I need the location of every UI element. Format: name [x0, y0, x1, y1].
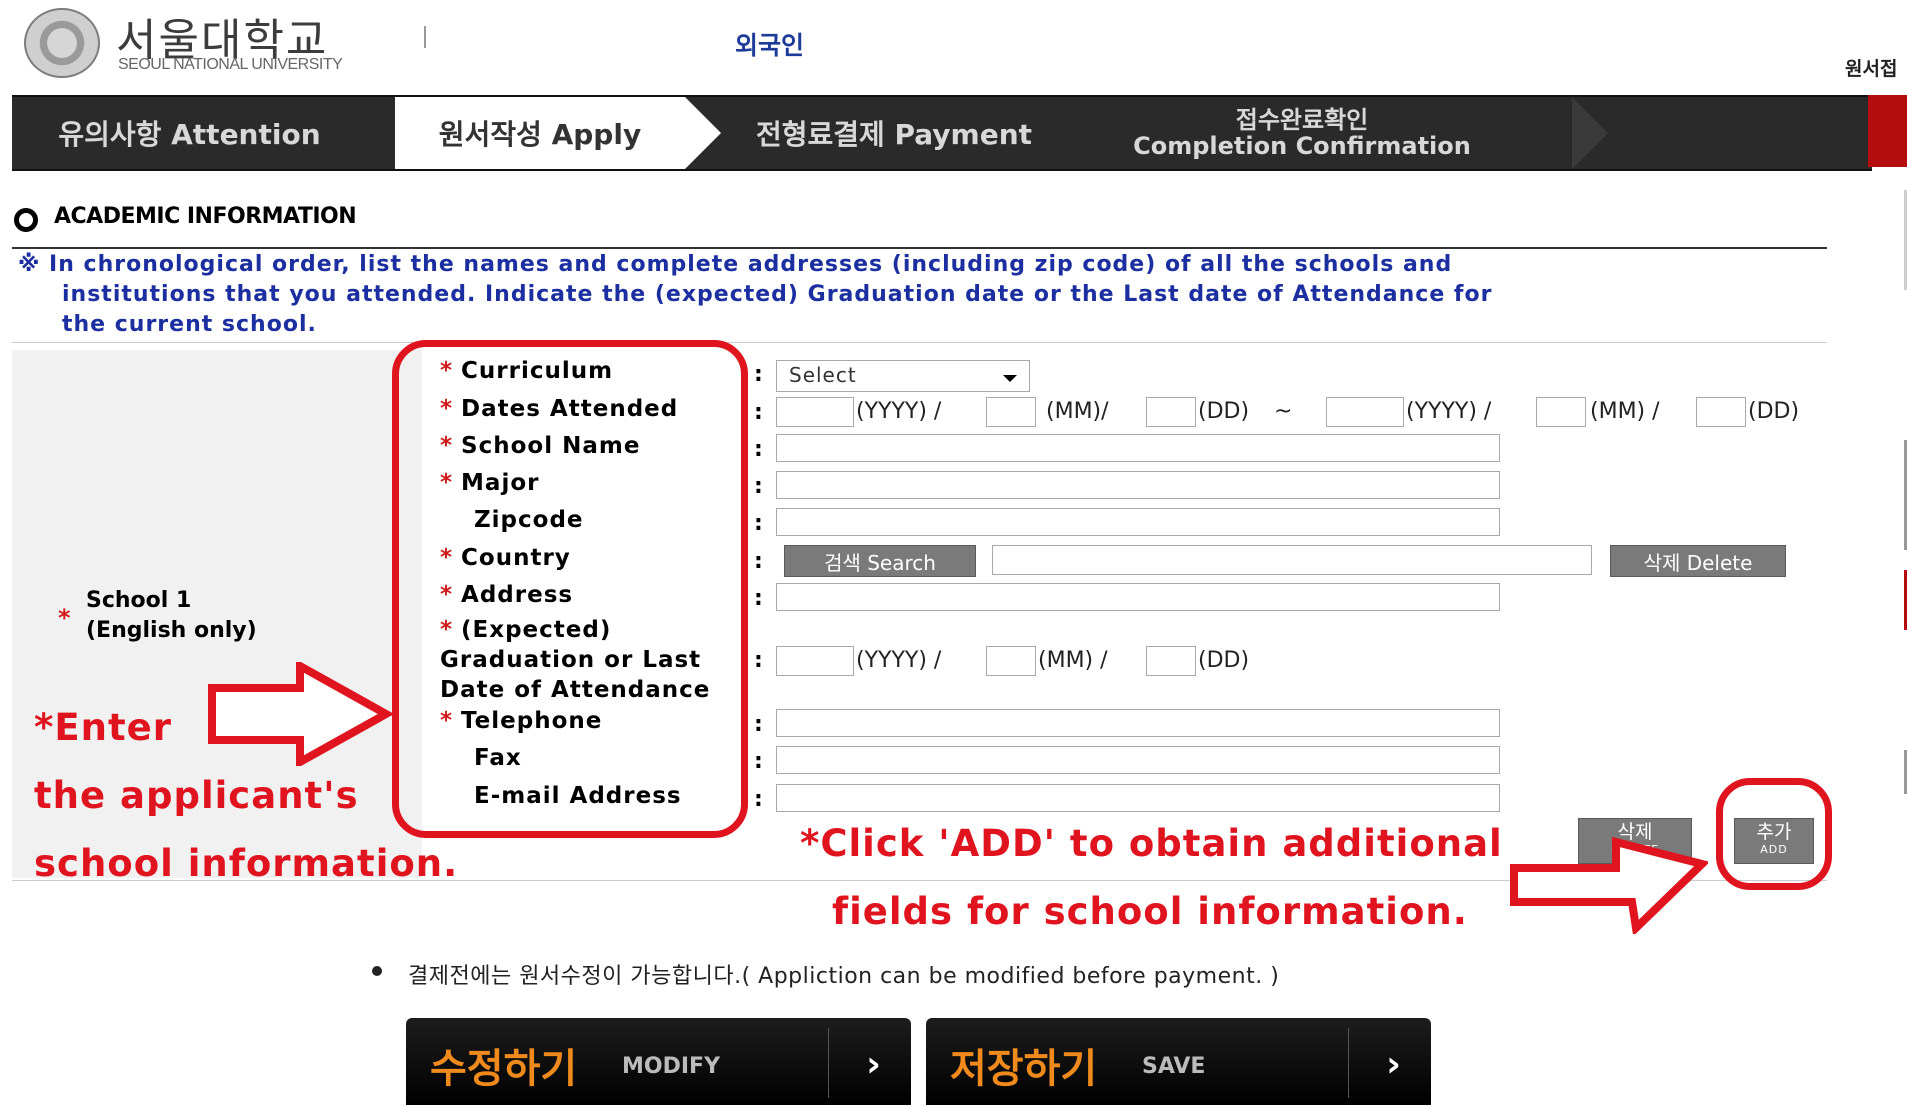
end-month-input[interactable] [1536, 397, 1586, 427]
notice-line-2: institutions that you attended. Indicate… [62, 282, 1493, 307]
annotation-enter-line2: the applicant's [34, 774, 359, 817]
annotation-enter-line3: school information. [34, 842, 459, 885]
school-name-input[interactable] [776, 434, 1500, 462]
fax-input[interactable] [776, 746, 1500, 774]
step-apply-label: 원서작성 Apply [438, 118, 642, 151]
colon: : [754, 437, 763, 462]
colon: : [754, 549, 763, 574]
step-arrow [1572, 97, 1608, 169]
start-day-input[interactable] [1146, 397, 1196, 427]
grad-month-input[interactable] [986, 646, 1036, 676]
major-input[interactable] [776, 471, 1500, 499]
country-delete-button[interactable]: 삭제 Delete [1610, 545, 1786, 577]
section-divider [12, 247, 1827, 249]
university-name-english: SEOUL NATIONAL UNIVERSITY [118, 56, 343, 73]
mm-label: (MM) / [1590, 399, 1660, 424]
university-seal-logo [24, 8, 100, 78]
step-attention[interactable]: 유의사항 Attention [12, 97, 367, 169]
annotation-enter-line1: *Enter [34, 706, 172, 749]
start-month-input[interactable] [986, 397, 1036, 427]
header-divider [424, 26, 426, 48]
save-button[interactable]: 저장하기 SAVE › [926, 1018, 1431, 1105]
colon: : [754, 362, 763, 387]
grad-day-input[interactable] [1146, 646, 1196, 676]
save-button-kr: 저장하기 [950, 1046, 1098, 1092]
step-apply[interactable]: 원서작성 Apply [395, 97, 685, 169]
modify-button[interactable]: 수정하기 MODIFY › [406, 1018, 911, 1105]
mm-label: (MM) / [1038, 648, 1108, 673]
add-button-highlight-box [1716, 778, 1832, 890]
yyyy-label: (YYYY) / [856, 648, 942, 673]
range-tilde: ~ [1274, 399, 1293, 424]
colon: : [754, 712, 763, 737]
step-completion-label-en: Completion Confirmation [1133, 132, 1471, 160]
chevron-right-icon: › [1386, 1044, 1401, 1085]
section-bullet-icon [14, 208, 38, 232]
school-label-line1: School 1 [86, 588, 192, 613]
yyyy-label: (YYYY) / [856, 399, 942, 424]
foreign-applicant-link[interactable]: 외국인 [735, 26, 804, 62]
colon: : [754, 586, 763, 611]
notice-line-1: ※ In chronological order, list the names… [18, 252, 1453, 277]
colon: : [754, 400, 763, 425]
country-search-button[interactable]: 검색 Search [784, 545, 976, 577]
required-star-icon: * [58, 604, 71, 632]
save-button-en: SAVE [1142, 1054, 1206, 1079]
colon: : [754, 648, 763, 673]
grad-year-input[interactable] [776, 646, 854, 676]
section-title: ACADEMIC INFORMATION [54, 204, 357, 229]
dd-label: (DD) [1748, 399, 1800, 424]
curriculum-select[interactable]: Select [776, 360, 1030, 392]
notice-line-3: the current school. [62, 312, 317, 337]
email-input[interactable] [776, 784, 1500, 812]
right-side-panel [1890, 180, 1907, 794]
chevron-down-icon [1003, 375, 1017, 382]
button-divider [1348, 1028, 1349, 1098]
colon: : [754, 474, 763, 499]
modify-button-kr: 수정하기 [430, 1046, 578, 1092]
annotation-add-line2: fields for school information. [832, 890, 1468, 933]
annotation-add-line1: *Click 'ADD' to obtain additional [800, 822, 1503, 865]
modify-button-en: MODIFY [622, 1054, 721, 1079]
step-completion[interactable]: 접수완료확인 Completion Confirmation [1102, 97, 1502, 169]
nav-red-tab [1868, 95, 1907, 167]
zipcode-input[interactable] [776, 508, 1500, 536]
header-corner-text: 원서접 [1845, 58, 1898, 80]
mm-label: (MM)/ [1046, 399, 1109, 424]
step-payment[interactable]: 전형료결제 Payment [724, 97, 1064, 169]
step-payment-label: 전형료결제 Payment [755, 118, 1033, 151]
fields-highlight-box [392, 340, 748, 838]
modify-note: 결제전에는 원서수정이 가능합니다.( Appliction can be mo… [408, 964, 1280, 989]
note-bullet-icon [372, 966, 382, 976]
button-divider [828, 1028, 829, 1098]
chevron-right-icon: › [866, 1044, 881, 1085]
address-input[interactable] [776, 583, 1500, 611]
dd-label: (DD) [1198, 399, 1250, 424]
application-steps-bar: 유의사항 Attention 원서작성 Apply 전형료결제 Payment … [12, 95, 1872, 171]
colon: : [754, 749, 763, 774]
step-attention-label: 유의사항 Attention [58, 118, 321, 151]
school-label-line2: (English only) [86, 618, 257, 643]
step-arrow-active [685, 97, 721, 169]
colon: : [754, 787, 763, 812]
arrow-up-right-icon [1510, 836, 1708, 934]
start-year-input[interactable] [776, 397, 854, 427]
end-year-input[interactable] [1326, 397, 1404, 427]
telephone-input[interactable] [776, 709, 1500, 737]
country-input[interactable] [992, 545, 1592, 575]
dd-label: (DD) [1198, 648, 1250, 673]
step-completion-label-kr: 접수완료확인 [1235, 106, 1369, 134]
end-day-input[interactable] [1696, 397, 1746, 427]
curriculum-select-value: Select [789, 363, 857, 387]
school-label: School 1 (English only) [86, 586, 257, 646]
arrow-right-icon [208, 662, 392, 766]
colon: : [754, 511, 763, 536]
step-arrow [1064, 97, 1100, 169]
instruction-notice: ※ In chronological order, list the names… [18, 250, 1738, 340]
yyyy-label: (YYYY) / [1406, 399, 1492, 424]
notice-divider [12, 342, 1827, 343]
